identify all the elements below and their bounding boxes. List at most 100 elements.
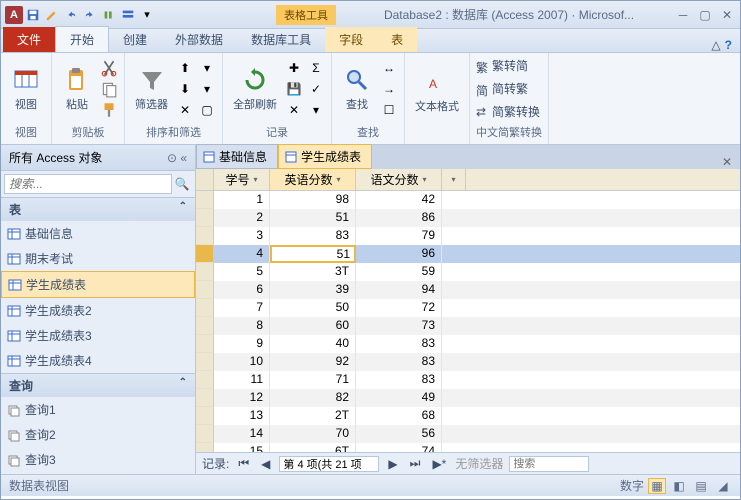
recnav-position-input[interactable] <box>279 456 379 472</box>
cut-icon[interactable] <box>100 59 118 77</box>
recnav-last-icon[interactable]: ⏭ <box>407 456 424 471</box>
row-selector[interactable] <box>196 425 214 443</box>
recnav-first-icon[interactable]: ⏮ <box>235 456 252 471</box>
row-selector[interactable] <box>196 353 214 371</box>
recnav-prev-icon[interactable]: ◀ <box>258 457 273 471</box>
cell[interactable]: 86 <box>356 209 442 227</box>
table-row[interactable]: 109283 <box>196 353 740 371</box>
row-selector[interactable] <box>196 335 214 353</box>
nav-item[interactable]: 期末考试 <box>1 246 195 271</box>
cell[interactable]: 83 <box>356 371 442 389</box>
cell[interactable]: 11 <box>214 371 270 389</box>
cell[interactable]: 83 <box>356 335 442 353</box>
row-selector[interactable] <box>196 299 214 317</box>
cell[interactable]: 73 <box>356 317 442 335</box>
nav-item[interactable]: 学生成绩表 <box>1 271 195 298</box>
view-button[interactable]: 视图 <box>7 64 45 114</box>
cell[interactable]: 1 <box>214 191 270 209</box>
cell[interactable]: 12 <box>214 389 270 407</box>
clear-sort-icon[interactable]: ✕ <box>176 101 194 119</box>
cell[interactable]: 9 <box>214 335 270 353</box>
row-selector[interactable] <box>196 191 214 209</box>
cell[interactable]: 8 <box>214 317 270 335</box>
nav-group-查询[interactable]: 查询⌃ <box>1 374 195 397</box>
view-design-icon[interactable]: ◧ <box>670 478 688 494</box>
replace-icon[interactable]: ↔ <box>380 59 398 77</box>
select-all-cell[interactable] <box>196 169 214 190</box>
column-header[interactable]: 学号▾ <box>214 169 270 190</box>
cell[interactable]: 6T <box>270 443 356 452</box>
more-icon[interactable]: ▾ <box>307 101 325 119</box>
refresh-all-button[interactable]: 全部刷新 <box>229 64 281 114</box>
tab-file[interactable]: 文件 <box>3 27 55 52</box>
table-row[interactable]: 132T68 <box>196 407 740 425</box>
paste-button[interactable]: 粘贴 <box>58 64 96 114</box>
recnav-next-icon[interactable]: ▶ <box>385 457 400 471</box>
find-button[interactable]: 查找 <box>338 64 376 114</box>
cell[interactable]: 14 <box>214 425 270 443</box>
cell[interactable]: 15 <box>214 443 270 452</box>
filter-button[interactable]: 筛选器 <box>131 64 172 114</box>
row-selector[interactable] <box>196 371 214 389</box>
recnav-search-input[interactable] <box>509 456 589 472</box>
cell[interactable]: 40 <box>270 335 356 353</box>
help-icon[interactable]: ? <box>725 38 732 52</box>
tab-ctx-表[interactable]: 表 <box>377 27 417 52</box>
cell[interactable]: 74 <box>356 443 442 452</box>
view-pivot-icon[interactable]: ▤ <box>692 478 710 494</box>
cell[interactable]: 2T <box>270 407 356 425</box>
nav-item[interactable]: 查询4 <box>1 472 195 474</box>
cell[interactable]: 10 <box>214 353 270 371</box>
cell[interactable]: 6 <box>214 281 270 299</box>
column-header[interactable]: 英语分数▾ <box>270 169 356 190</box>
nav-item[interactable]: 查询1 <box>1 397 195 422</box>
nav-item[interactable]: 学生成绩表3 <box>1 323 195 348</box>
goto-icon[interactable]: → <box>380 80 398 98</box>
simp-to-trad-button[interactable]: 简简转繁 <box>476 80 540 97</box>
delete-record-icon[interactable]: ✕ <box>285 101 303 119</box>
qat-btn6-icon[interactable] <box>119 6 137 24</box>
qat-undo-icon[interactable] <box>62 6 80 24</box>
toggle-filter-icon[interactable]: ▢ <box>198 101 216 119</box>
row-selector[interactable] <box>196 317 214 335</box>
doc-tab[interactable]: 学生成绩表 <box>278 144 372 169</box>
cell[interactable]: 92 <box>270 353 356 371</box>
table-row[interactable]: 19842 <box>196 191 740 209</box>
cell[interactable]: 4 <box>214 245 270 263</box>
view-datasheet-icon[interactable]: ▦ <box>648 478 666 494</box>
tab-创建[interactable]: 创建 <box>109 27 161 52</box>
qat-btn5-icon[interactable] <box>100 6 118 24</box>
table-row[interactable]: 25186 <box>196 209 740 227</box>
cell[interactable]: 3T <box>270 263 356 281</box>
nav-item[interactable]: 基础信息 <box>1 221 195 246</box>
row-selector[interactable] <box>196 443 214 452</box>
copy-icon[interactable] <box>100 80 118 98</box>
cell[interactable]: 59 <box>356 263 442 281</box>
cell[interactable]: 70 <box>270 425 356 443</box>
nav-search-input[interactable] <box>4 174 172 194</box>
table-row[interactable]: 117183 <box>196 371 740 389</box>
tab-外部数据[interactable]: 外部数据 <box>161 27 237 52</box>
qat-dropdown-icon[interactable]: ▾ <box>138 6 156 24</box>
row-selector[interactable] <box>196 263 214 281</box>
cell[interactable]: 71 <box>270 371 356 389</box>
row-selector[interactable] <box>196 209 214 227</box>
maximize-button[interactable]: ▢ <box>696 8 714 22</box>
table-row[interactable]: 45196 <box>196 245 740 263</box>
cell[interactable]: 50 <box>270 299 356 317</box>
save-record-icon[interactable]: 💾 <box>285 80 303 98</box>
cell[interactable]: 83 <box>356 353 442 371</box>
cell[interactable]: 5 <box>214 263 270 281</box>
nav-item[interactable]: 查询2 <box>1 422 195 447</box>
cell[interactable]: 79 <box>356 227 442 245</box>
table-row[interactable]: 147056 <box>196 425 740 443</box>
nav-item[interactable]: 学生成绩表2 <box>1 298 195 323</box>
cell[interactable]: 42 <box>356 191 442 209</box>
row-selector[interactable] <box>196 281 214 299</box>
doc-close-icon[interactable]: ✕ <box>714 155 740 169</box>
table-row[interactable]: 128249 <box>196 389 740 407</box>
row-selector[interactable] <box>196 389 214 407</box>
nav-group-表[interactable]: 表⌃ <box>1 198 195 221</box>
row-selector[interactable] <box>196 227 214 245</box>
cell[interactable]: 39 <box>270 281 356 299</box>
